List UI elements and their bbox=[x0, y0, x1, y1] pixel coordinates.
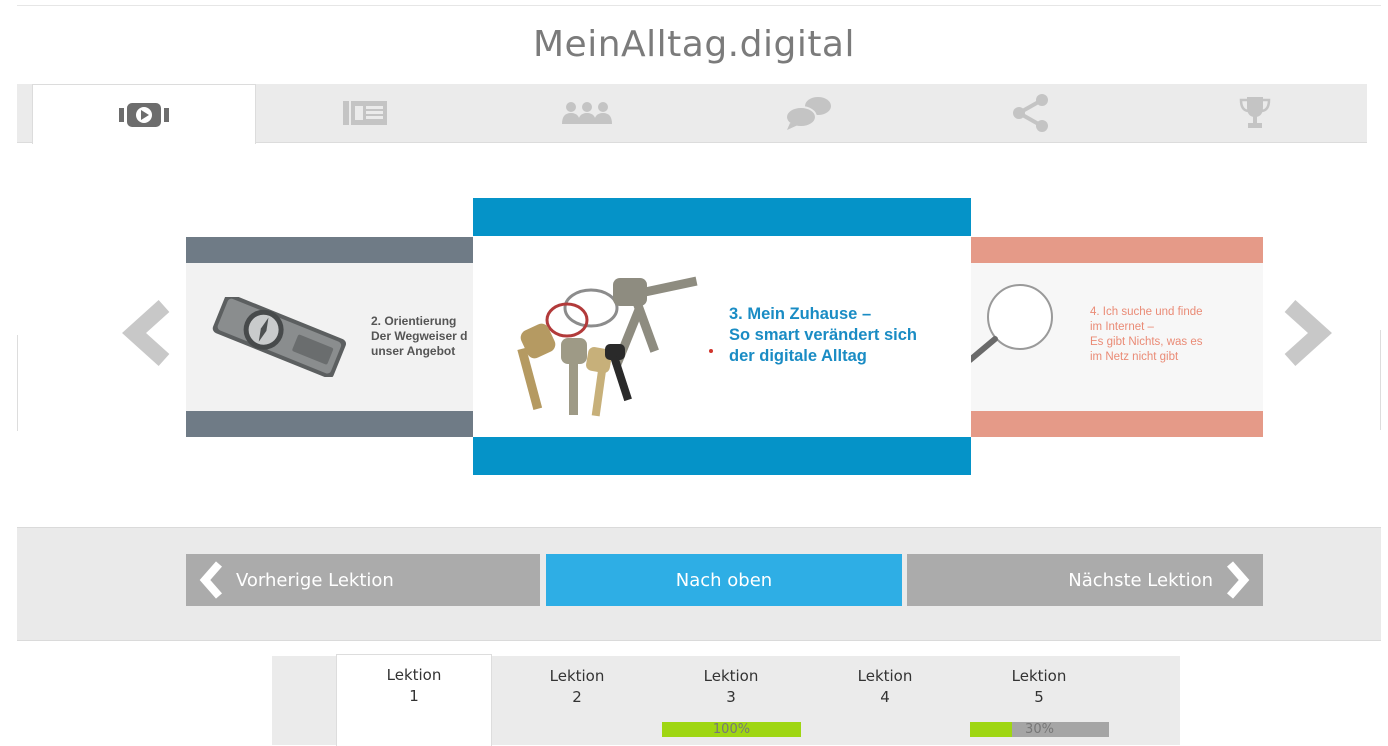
card-center-line-2: So smart verändert sich bbox=[729, 326, 917, 344]
card-top-bar bbox=[960, 237, 1263, 263]
group-icon bbox=[562, 102, 612, 124]
lesson-progress-bar: 100% bbox=[662, 722, 801, 737]
keys-icon bbox=[517, 276, 698, 417]
card-right-line-2: im Internet – bbox=[1090, 321, 1154, 333]
lesson-tab-5[interactable]: Lektion 5 30% bbox=[962, 656, 1116, 745]
video-play-icon bbox=[119, 102, 169, 127]
magnifier-icon bbox=[967, 284, 1053, 363]
card-bottom-bar bbox=[473, 437, 971, 475]
chevron-left-icon bbox=[122, 300, 170, 366]
red-dot bbox=[709, 349, 713, 353]
tab-share[interactable] bbox=[920, 84, 1142, 142]
lesson-tab-title: Lektion bbox=[386, 666, 442, 684]
card-right-line-1: 4. Ich suche und finde bbox=[1090, 306, 1203, 318]
card-left-line-2: Der Wegweiser d bbox=[371, 329, 468, 343]
lesson-card-4[interactable]: 4. Ich suche und finde im Internet – Es … bbox=[960, 237, 1263, 437]
previous-lesson-button[interactable]: Vorherige Lektion bbox=[186, 554, 540, 606]
lesson-card-3[interactable]: 3. Mein Zuhause – So smart verändert sic… bbox=[473, 198, 971, 475]
next-lesson-button[interactable]: Nächste Lektion bbox=[907, 554, 1263, 606]
lesson-tab-title: Lektion bbox=[857, 667, 913, 685]
newspaper-icon bbox=[343, 101, 387, 125]
card-left-line-1: 2. Orientierung bbox=[371, 314, 457, 328]
lesson-tab-title: Lektion bbox=[1011, 667, 1067, 685]
card-bottom-bar bbox=[186, 411, 486, 437]
card-top-bar bbox=[186, 237, 486, 263]
share-icon bbox=[1013, 94, 1048, 132]
carousel-next-arrow[interactable] bbox=[1280, 300, 1334, 370]
lesson-tab-title: Lektion bbox=[549, 667, 605, 685]
back-to-top-label: Nach oben bbox=[675, 569, 773, 591]
trophy-icon bbox=[1239, 97, 1270, 128]
tab-bar bbox=[17, 84, 1367, 144]
card-center-line-1: 3. Mein Zuhause – bbox=[729, 305, 872, 323]
compass-icon bbox=[212, 297, 346, 377]
tab-video[interactable] bbox=[32, 84, 256, 144]
lesson-tabs: Lektion 1 Lektion 2 Lektion 3 100% Lekti… bbox=[272, 654, 1180, 746]
lesson-tab-number: 3 bbox=[726, 688, 736, 706]
tab-discussion[interactable] bbox=[698, 84, 920, 142]
progress-label: 100% bbox=[712, 722, 751, 737]
back-to-top-button[interactable]: Nach oben bbox=[546, 554, 902, 606]
lesson-tab-title: Lektion bbox=[703, 667, 759, 685]
lesson-tab-4[interactable]: Lektion 4 bbox=[808, 656, 962, 745]
lesson-tab-number: 1 bbox=[409, 687, 419, 705]
card-left-line-3: unser Angebot bbox=[371, 344, 456, 358]
lesson-progress-bar: 30% bbox=[970, 722, 1109, 737]
tab-articles[interactable] bbox=[254, 84, 476, 142]
top-divider bbox=[17, 5, 1381, 6]
carousel-right-edge bbox=[1380, 330, 1381, 430]
speech-bubbles-icon bbox=[785, 97, 831, 130]
card-right-line-4: im Netz nicht gibt bbox=[1090, 351, 1179, 363]
progress-label: 30% bbox=[1025, 722, 1054, 737]
chevron-left-icon bbox=[199, 561, 223, 599]
site-title: MeinAlltag.digital bbox=[532, 24, 855, 65]
lesson-tab-3[interactable]: Lektion 3 100% bbox=[654, 656, 808, 745]
lesson-card-2[interactable]: 2. Orientierung Der Wegweiser d unser An… bbox=[186, 237, 486, 437]
lesson-tab-2[interactable]: Lektion 2 bbox=[500, 656, 654, 745]
lesson-tab-number: 5 bbox=[1034, 688, 1044, 706]
card-center-title: 3. Mein Zuhause – So smart verändert sic… bbox=[729, 304, 917, 367]
card-left-title: 2. Orientierung Der Wegweiser d unser An… bbox=[371, 314, 467, 359]
next-lesson-label: Nächste Lektion bbox=[1068, 569, 1213, 591]
card-bottom-bar bbox=[960, 411, 1263, 437]
card-right-line-3: Es gibt Nichts, was es bbox=[1090, 336, 1203, 348]
tab-achievements[interactable] bbox=[1142, 84, 1367, 142]
lesson-tab-1[interactable]: Lektion 1 bbox=[336, 654, 492, 746]
card-right-title: 4. Ich suche und finde im Internet – Es … bbox=[1090, 305, 1203, 365]
carousel-left-edge bbox=[17, 335, 18, 431]
lesson-tab-number: 4 bbox=[880, 688, 890, 706]
tab-community[interactable] bbox=[476, 84, 698, 142]
carousel-prev-arrow[interactable] bbox=[120, 300, 174, 370]
chevron-right-icon bbox=[1226, 561, 1250, 599]
previous-lesson-label: Vorherige Lektion bbox=[236, 569, 394, 591]
chevron-right-icon bbox=[1284, 300, 1332, 366]
card-center-line-3: der digitale Alltag bbox=[729, 347, 867, 365]
lesson-tab-number: 2 bbox=[572, 688, 582, 706]
card-top-bar bbox=[473, 198, 971, 236]
